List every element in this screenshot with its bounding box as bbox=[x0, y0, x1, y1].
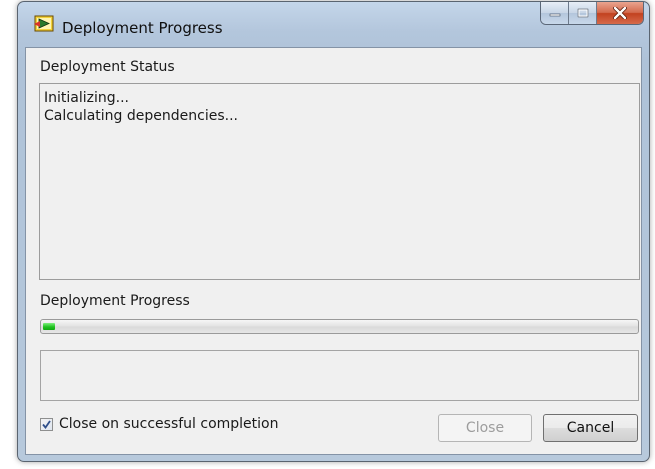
close-icon bbox=[613, 7, 627, 19]
progress-detail-box bbox=[40, 350, 639, 401]
maximize-button[interactable] bbox=[569, 2, 597, 24]
title-bar[interactable]: Deployment Progress bbox=[18, 2, 649, 48]
close-on-success-checkbox[interactable] bbox=[40, 417, 53, 431]
dialog-client-area: Deployment Status Initializing... Calcul… bbox=[25, 47, 642, 455]
check-icon bbox=[42, 419, 51, 429]
minimize-icon bbox=[549, 13, 560, 17]
close-on-success-option[interactable]: Close on successful completion bbox=[40, 414, 279, 434]
status-line: Initializing... bbox=[44, 90, 129, 106]
progress-fill bbox=[43, 323, 55, 330]
status-line: Calculating dependencies... bbox=[44, 108, 238, 124]
deployment-status-label: Deployment Status bbox=[40, 59, 175, 75]
caption-buttons bbox=[540, 2, 644, 25]
minimize-button[interactable] bbox=[541, 2, 569, 24]
close-on-success-label: Close on successful completion bbox=[59, 416, 279, 432]
close-window-button[interactable] bbox=[597, 2, 643, 24]
cancel-button[interactable]: Cancel bbox=[543, 414, 638, 442]
maximize-icon bbox=[577, 8, 588, 18]
window-title: Deployment Progress bbox=[62, 19, 223, 37]
deployment-progress-label: Deployment Progress bbox=[40, 293, 190, 309]
labview-deploy-icon bbox=[34, 14, 54, 34]
deployment-progress-window: Deployment Progress Deployment Status In… bbox=[17, 1, 650, 462]
close-button[interactable]: Close bbox=[438, 414, 532, 442]
deployment-progress-bar bbox=[40, 319, 639, 334]
deployment-status-log[interactable]: Initializing... Calculating dependencies… bbox=[39, 83, 640, 280]
